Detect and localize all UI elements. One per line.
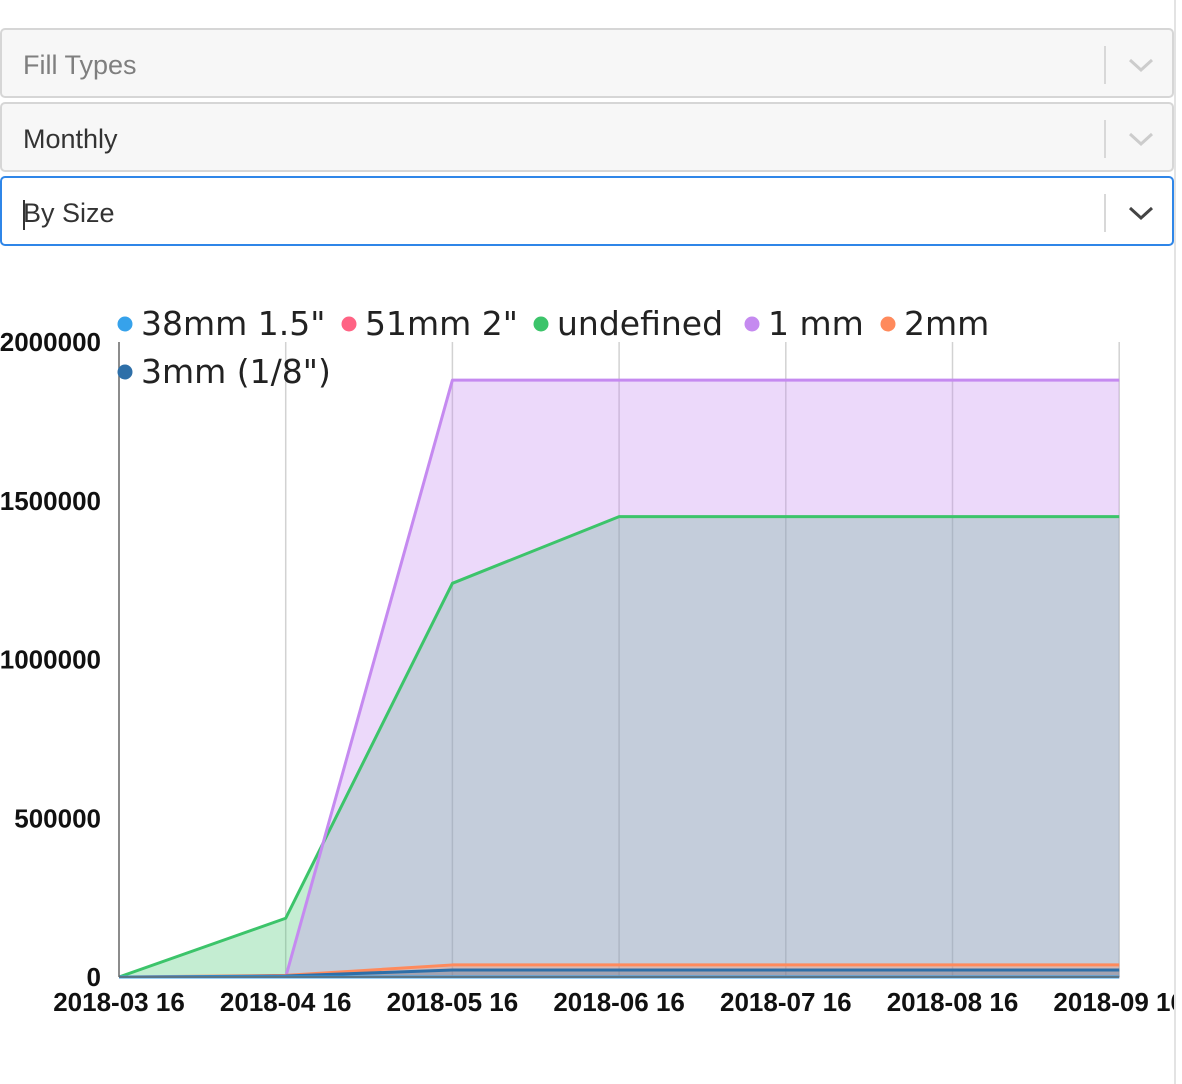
legend-label: 38mm 1.5" — [141, 304, 325, 343]
legend-label: 51mm 2" — [365, 304, 518, 343]
chevron-down-icon[interactable] — [1126, 201, 1156, 225]
legend-item-1-mm[interactable]: 1 mm — [744, 304, 864, 343]
x-tick-label: 2018-06 16 — [553, 987, 685, 1017]
select-separator — [1104, 120, 1106, 158]
legend-swatch — [880, 316, 896, 332]
area-chart: 20000001500000100000050000002018-03 16 20… — [0, 304, 1174, 1017]
legend-label: 3mm (1/8") — [141, 352, 331, 391]
legend-item-undefined[interactable]: undefined — [533, 304, 724, 343]
legend-label: undefined — [557, 304, 723, 343]
legend-swatch — [341, 316, 357, 332]
period-value: Monthly — [23, 124, 118, 154]
area-1-mm — [119, 380, 1120, 978]
select-separator — [1104, 194, 1106, 232]
x-tick-label: 2018-03 16 — [53, 987, 185, 1017]
series-areas — [119, 380, 1120, 978]
chevron-down-icon[interactable] — [1126, 53, 1156, 77]
x-tick-label: 2018-04 16 — [220, 987, 352, 1017]
y-tick-label: 2000000 — [0, 327, 101, 357]
fill-types-select[interactable]: Fill Types — [0, 28, 1174, 98]
y-tick-label: 1000000 — [0, 645, 101, 675]
chevron-down-icon[interactable] — [1126, 127, 1156, 151]
period-select[interactable]: Monthly — [0, 102, 1174, 172]
legend-item-38mm-1-5[interactable]: 38mm 1.5" — [117, 304, 326, 343]
grouping-select[interactable]: By Size — [0, 176, 1174, 246]
legend-label: 1 mm — [768, 304, 864, 343]
x-tick-label: 2018-07 16 — [720, 987, 852, 1017]
legend-swatch — [744, 316, 760, 332]
legend-swatch — [117, 316, 133, 332]
legend[interactable]: 38mm 1.5" 51mm 2" undefined 1 mm 2mm 3mm (1/8… — [117, 304, 990, 391]
x-tick-label: 2018-09 16 — [1053, 987, 1174, 1017]
grouping-value: By Size — [23, 198, 115, 228]
x-tick-label: 2018-08 16 — [887, 987, 1019, 1017]
y-tick-label: 500000 — [14, 803, 101, 833]
select-separator — [1104, 46, 1106, 84]
fill-types-placeholder: Fill Types — [23, 50, 137, 80]
legend-label: 2mm — [904, 304, 989, 343]
y-tick-label: 1500000 — [0, 486, 101, 516]
legend-item-3mm-1-8[interactable]: 3mm (1/8") — [117, 352, 331, 391]
window-edge — [1174, 0, 1176, 1084]
legend-item-51mm-2[interactable]: 51mm 2" — [341, 304, 518, 343]
x-tick-label: 2018-05 16 — [387, 987, 519, 1017]
legend-item-2mm[interactable]: 2mm — [880, 304, 990, 343]
legend-swatch — [533, 316, 549, 332]
legend-swatch — [117, 364, 133, 380]
